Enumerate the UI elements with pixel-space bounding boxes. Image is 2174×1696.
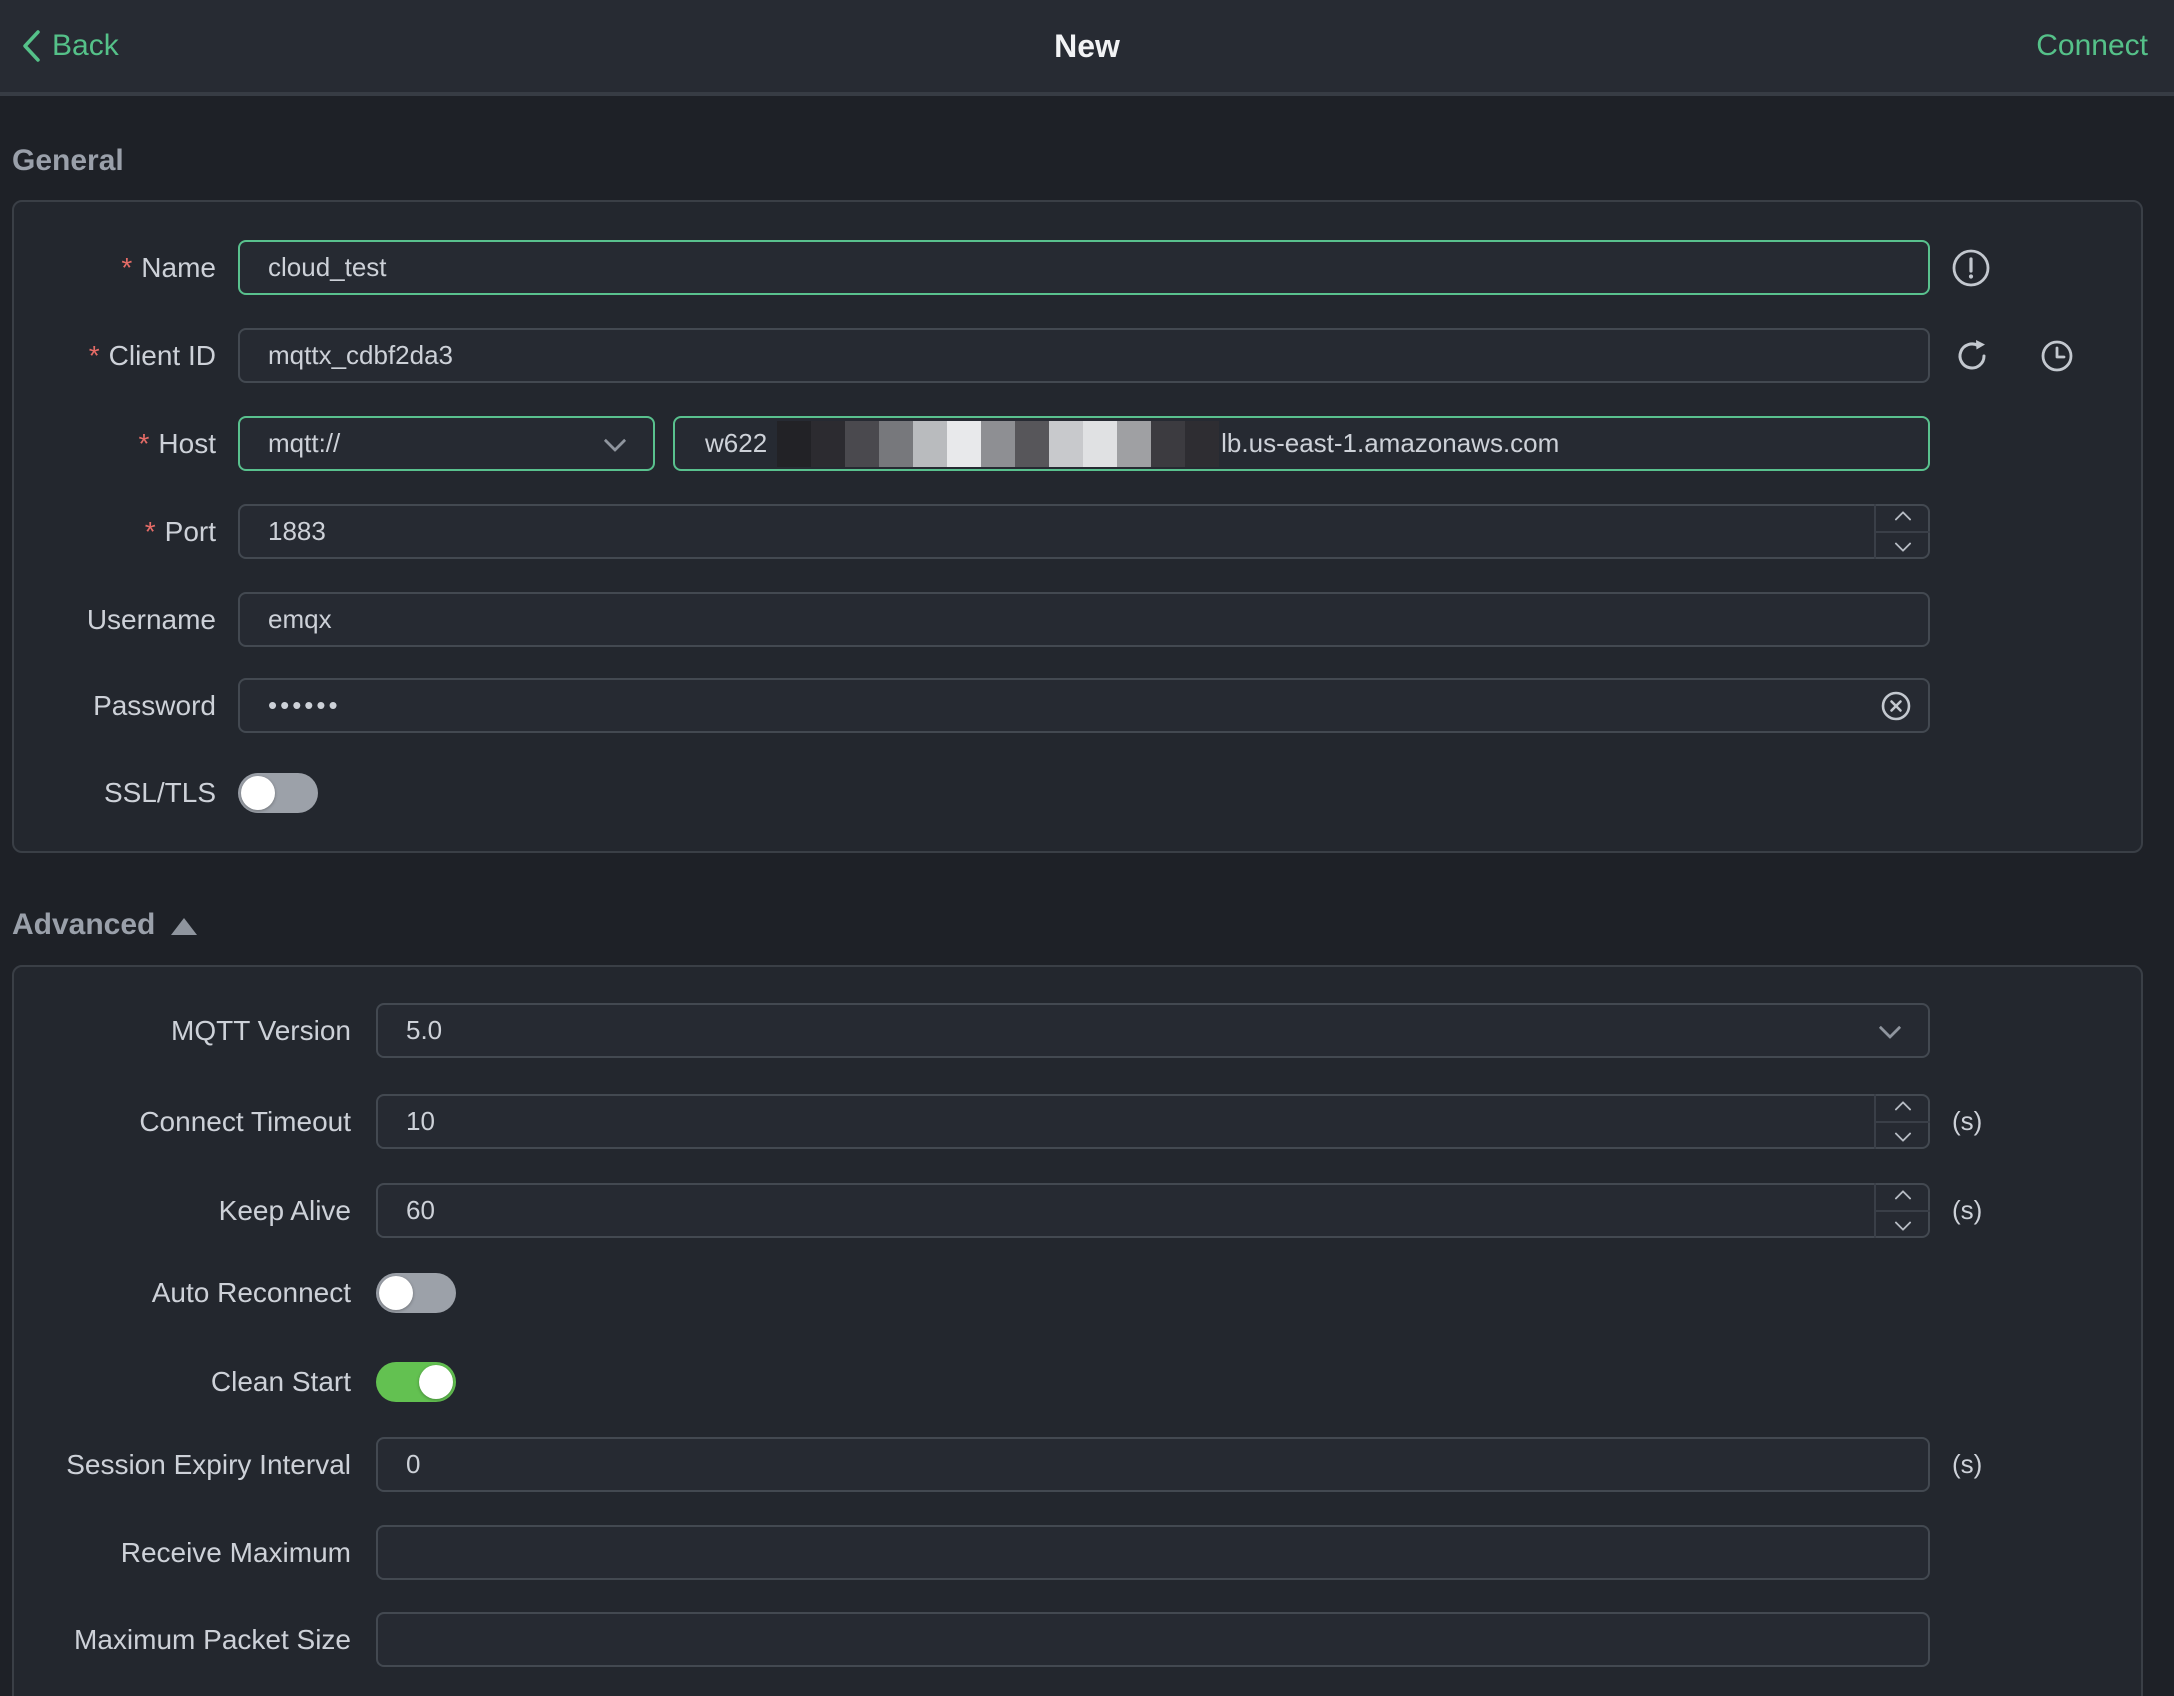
general-card: *Name *Client ID — [12, 200, 2143, 853]
auto-reconnect-label: Auto Reconnect — [151, 1277, 351, 1308]
name-field-row: * Name — [14, 240, 2141, 295]
required-asterisk: * — [144, 515, 156, 547]
increase-button[interactable] — [1876, 1094, 1930, 1121]
chevron-down-icon — [1894, 534, 1912, 552]
password-input[interactable] — [238, 678, 1930, 733]
clear-password-icon[interactable] — [1878, 688, 1914, 724]
chevron-up-icon — [1894, 1190, 1912, 1208]
password-field-row: Password — [14, 678, 2141, 733]
host-address-input[interactable]: w622 lb.us-east-1.amazonaws.com — [673, 416, 1930, 471]
keep-alive-field-row: Keep Alive (s) — [14, 1183, 2141, 1238]
history-clock-icon[interactable] — [2036, 335, 2078, 377]
clean-start-field-row: Clean Start — [14, 1362, 2141, 1402]
required-asterisk: * — [88, 339, 100, 371]
refresh-icon[interactable] — [1951, 335, 1993, 377]
port-field-row: * Port — [14, 504, 2141, 559]
seconds-unit-label: (s) — [1952, 1195, 1983, 1225]
connect-button[interactable]: Connect — [2036, 0, 2148, 92]
seconds-unit-label: (s) — [1952, 1106, 1983, 1136]
name-input[interactable] — [238, 240, 1930, 295]
connect-timeout-spinner — [1874, 1094, 1930, 1149]
connect-timeout-label: Connect Timeout — [139, 1105, 351, 1137]
mqtt-version-label: MQTT Version — [171, 1014, 351, 1046]
auto-reconnect-toggle[interactable] — [376, 1273, 456, 1313]
chevron-down-icon — [1894, 1124, 1912, 1142]
decrease-button[interactable] — [1876, 1209, 1930, 1239]
name-label: * Name — [121, 251, 216, 283]
host-label: * Host — [138, 427, 216, 459]
receive-maximum-label: Receive Maximum — [120, 1536, 351, 1568]
connect-timeout-field-row: Connect Timeout (s) — [14, 1094, 2141, 1149]
maximum-packet-size-input[interactable] — [376, 1612, 1930, 1667]
toggle-knob — [241, 776, 275, 810]
port-input[interactable] — [238, 504, 1930, 559]
chevron-down-icon — [1878, 1015, 1902, 1039]
host-visible-suffix: lb.us-east-1.amazonaws.com — [1221, 428, 1560, 458]
host-visible-prefix: w622 — [705, 428, 768, 458]
toggle-knob — [419, 1365, 453, 1399]
header-bar: Back New Connect — [0, 0, 2174, 96]
advanced-card: MQTT Version 5.0 Connect Timeout (s) Kee… — [12, 965, 2143, 1696]
port-spinner — [1874, 504, 1930, 559]
seconds-unit-label: (s) — [1952, 1449, 1983, 1479]
password-label: Password — [93, 689, 216, 721]
required-asterisk: * — [121, 251, 133, 283]
client-id-input[interactable] — [238, 328, 1930, 383]
redacted-blur-block — [777, 420, 1220, 467]
maximum-packet-size-field-row: Maximum Packet Size — [14, 1612, 2141, 1667]
session-expiry-input[interactable] — [376, 1437, 1930, 1492]
ssl-tls-toggle[interactable] — [238, 773, 318, 813]
receive-maximum-input[interactable] — [376, 1525, 1930, 1580]
client-id-label: * Client ID — [88, 339, 216, 371]
chevron-up-icon — [1894, 511, 1912, 529]
host-protocol-value: mqtt:// — [268, 428, 341, 458]
mqttx-new-connection-page: { "header": { "back_label": "Back", "tit… — [0, 0, 2174, 1696]
receive-maximum-field-row: Receive Maximum — [14, 1525, 2141, 1580]
session-expiry-field-row: Session Expiry Interval (s) — [14, 1437, 2141, 1492]
increase-button[interactable] — [1876, 1183, 1930, 1210]
advanced-section-toggle[interactable]: Advanced — [12, 908, 198, 942]
keep-alive-label: Keep Alive — [218, 1194, 351, 1226]
required-asterisk: * — [138, 427, 150, 459]
increase-button[interactable] — [1876, 504, 1930, 531]
connect-timeout-input[interactable] — [376, 1094, 1930, 1149]
maximum-packet-size-label: Maximum Packet Size — [74, 1623, 351, 1655]
clean-start-label: Clean Start — [210, 1366, 351, 1397]
ssl-tls-field-row: SSL/TLS — [14, 773, 2141, 813]
chevron-down-icon — [603, 428, 627, 452]
mqtt-version-field-row: MQTT Version 5.0 — [14, 1003, 2141, 1058]
host-protocol-select[interactable]: mqtt:// — [238, 416, 655, 471]
general-section-title: General — [12, 144, 124, 177]
username-field-row: Username — [14, 592, 2141, 647]
auto-reconnect-field-row: Auto Reconnect — [14, 1273, 2141, 1313]
mqtt-version-value: 5.0 — [406, 1015, 443, 1045]
ssl-tls-label: SSL/TLS — [103, 777, 216, 808]
username-input[interactable] — [238, 592, 1930, 647]
clean-start-toggle[interactable] — [376, 1362, 456, 1402]
session-expiry-label: Session Expiry Interval — [66, 1448, 351, 1480]
client-id-field-row: * Client ID — [14, 328, 2141, 383]
collapse-triangle-icon — [171, 917, 198, 935]
username-label: Username — [86, 603, 216, 635]
host-field-row: * Host mqtt:// w622 lb.us-east-1.amazonaw… — [14, 416, 2141, 471]
decrease-button[interactable] — [1876, 1120, 1930, 1150]
toggle-knob — [379, 1276, 413, 1310]
decrease-button[interactable] — [1876, 530, 1930, 560]
warning-icon[interactable] — [1949, 246, 1993, 290]
page-title: New — [1054, 27, 1120, 64]
port-label: * Port — [144, 515, 216, 547]
chevron-down-icon — [1894, 1213, 1912, 1231]
keep-alive-input[interactable] — [376, 1183, 1930, 1238]
keep-alive-spinner — [1874, 1183, 1930, 1238]
mqtt-version-select[interactable]: 5.0 — [376, 1003, 1930, 1058]
chevron-up-icon — [1894, 1101, 1912, 1119]
